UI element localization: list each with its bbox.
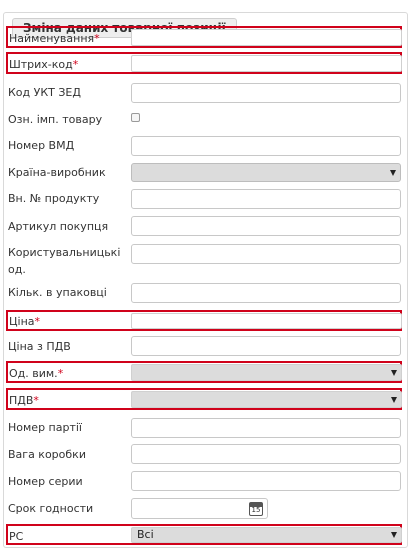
row-buyer-article: Артикул покупця [0, 216, 411, 236]
user-units-input[interactable] [131, 244, 401, 264]
chevron-down-icon [391, 532, 397, 538]
row-name: Найменування* [6, 26, 402, 48]
row-rs: РС Всі [6, 524, 402, 545]
buyer-article-label: Артикул покупця [8, 220, 109, 233]
row-import-flag: Озн. імп. товару [0, 112, 411, 128]
serial-no-input[interactable] [131, 471, 401, 491]
row-country: Країна-виробник [0, 163, 411, 182]
import-flag-label: Озн. імп. товару [8, 113, 103, 126]
row-batch-no: Номер партії [0, 418, 411, 438]
chevron-down-icon [391, 369, 397, 376]
row-internal-no: Вн. № продукту [0, 189, 411, 209]
user-units-label: Користувальницькі од. [8, 246, 121, 276]
row-price-vat: Ціна з ПДВ [0, 336, 411, 356]
row-vat: ПДВ* [6, 388, 402, 410]
vat-label: ПДВ* [9, 394, 39, 407]
unit-select[interactable] [131, 364, 402, 381]
row-uktzed: Код УКТ ЗЕД [0, 83, 411, 103]
name-input[interactable] [131, 29, 402, 46]
price-label: Ціна* [9, 315, 41, 328]
row-pack-qty: Кільк. в упаковці [0, 283, 411, 303]
vmd-label: Номер ВМД [8, 139, 75, 152]
row-expiry: Срок годности 15 [0, 498, 411, 519]
calendar-icon[interactable]: 15 [249, 501, 263, 516]
price-vat-label: Ціна з ПДВ [8, 340, 71, 353]
vmd-input[interactable] [131, 136, 401, 156]
uktzed-input[interactable] [131, 83, 401, 103]
rs-select[interactable]: Всі [131, 527, 402, 543]
row-serial-no: Номер серии [0, 471, 411, 491]
expiry-input[interactable]: 15 [131, 498, 268, 519]
uktzed-label: Код УКТ ЗЕД [8, 86, 81, 99]
internal-no-input[interactable] [131, 189, 401, 209]
chevron-down-icon [391, 396, 397, 403]
price-vat-input[interactable] [131, 336, 401, 356]
buyer-article-input[interactable] [131, 216, 401, 236]
barcode-input[interactable] [131, 55, 402, 72]
barcode-label: Штрих-код* [9, 58, 79, 71]
import-flag-checkbox[interactable] [131, 113, 140, 122]
row-barcode: Штрих-код* [6, 52, 402, 74]
unit-label: Од. вим.* [9, 367, 64, 380]
chevron-down-icon [390, 169, 396, 176]
country-select[interactable] [131, 163, 401, 182]
rs-selected: Всі [137, 528, 154, 541]
row-vmd: Номер ВМД [0, 136, 411, 156]
pack-qty-label: Кільк. в упаковці [8, 286, 107, 299]
pack-qty-input[interactable] [131, 283, 401, 303]
row-user-units: Користувальницькі од. [0, 243, 411, 277]
row-box-weight: Вага коробки [0, 444, 411, 464]
country-label: Країна-виробник [8, 166, 106, 179]
price-input[interactable] [131, 313, 402, 329]
vat-select[interactable] [131, 391, 402, 408]
rs-label: РС [9, 530, 24, 543]
row-price: Ціна* [6, 310, 402, 331]
internal-no-label: Вн. № продукту [8, 192, 100, 205]
batch-no-label: Номер партії [8, 421, 82, 434]
row-unit: Од. вим.* [6, 361, 402, 383]
expiry-label: Срок годности [8, 502, 94, 515]
box-weight-label: Вага коробки [8, 448, 86, 461]
serial-no-label: Номер серии [8, 475, 83, 488]
name-label: Найменування* [9, 32, 100, 45]
box-weight-input[interactable] [131, 444, 401, 464]
batch-no-input[interactable] [131, 418, 401, 438]
